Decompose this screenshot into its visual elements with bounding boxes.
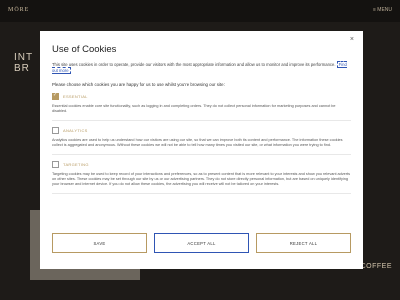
- intro-text: This site uses cookies in order to opera…: [52, 62, 336, 67]
- close-icon[interactable]: ×: [350, 36, 354, 43]
- hero-heading: INT BR: [14, 52, 33, 74]
- essential-description: Essential cookies enable core site funct…: [52, 104, 351, 121]
- essential-label: ESSENTIAL: [63, 94, 88, 99]
- cookie-modal: × Use of Cookies This site uses cookies …: [40, 31, 363, 269]
- targeting-label: TARGETING: [63, 161, 89, 167]
- site-logo[interactable]: MŌRE: [8, 7, 29, 13]
- menu-button[interactable]: ≡ MENU: [373, 7, 392, 13]
- hero-line-2: BR: [14, 63, 30, 74]
- analytics-checkbox[interactable]: [52, 126, 59, 134]
- targeting-checkbox[interactable]: [52, 160, 59, 168]
- category-essential: ESSENTIAL Essential cookies enable core …: [52, 92, 351, 121]
- modal-title: Use of Cookies: [52, 44, 117, 55]
- hero-line-1: INT: [14, 52, 34, 63]
- essential-checkbox[interactable]: [52, 92, 59, 100]
- targeting-description: Targeting cookies may be used to keep re…: [52, 172, 351, 194]
- save-button[interactable]: SAVE: [52, 233, 147, 253]
- button-row: SAVE ACCEPT ALL REJECT ALL: [52, 233, 351, 253]
- modal-intro: This site uses cookies in order to opera…: [52, 61, 351, 74]
- analytics-label: ANALYTICS: [63, 127, 88, 133]
- accept-all-button[interactable]: ACCEPT ALL: [154, 233, 249, 253]
- site-header: MŌRE ≡ MENU: [0, 0, 400, 22]
- choose-text: Please choose which cookies you are happ…: [52, 82, 225, 87]
- reject-all-button[interactable]: REJECT ALL: [256, 233, 351, 253]
- analytics-description: Analytics cookies are used to help us un…: [52, 138, 351, 155]
- category-targeting: TARGETING Targeting cookies may be used …: [52, 160, 351, 194]
- category-analytics: ANALYTICS Analytics cookies are used to …: [52, 126, 351, 155]
